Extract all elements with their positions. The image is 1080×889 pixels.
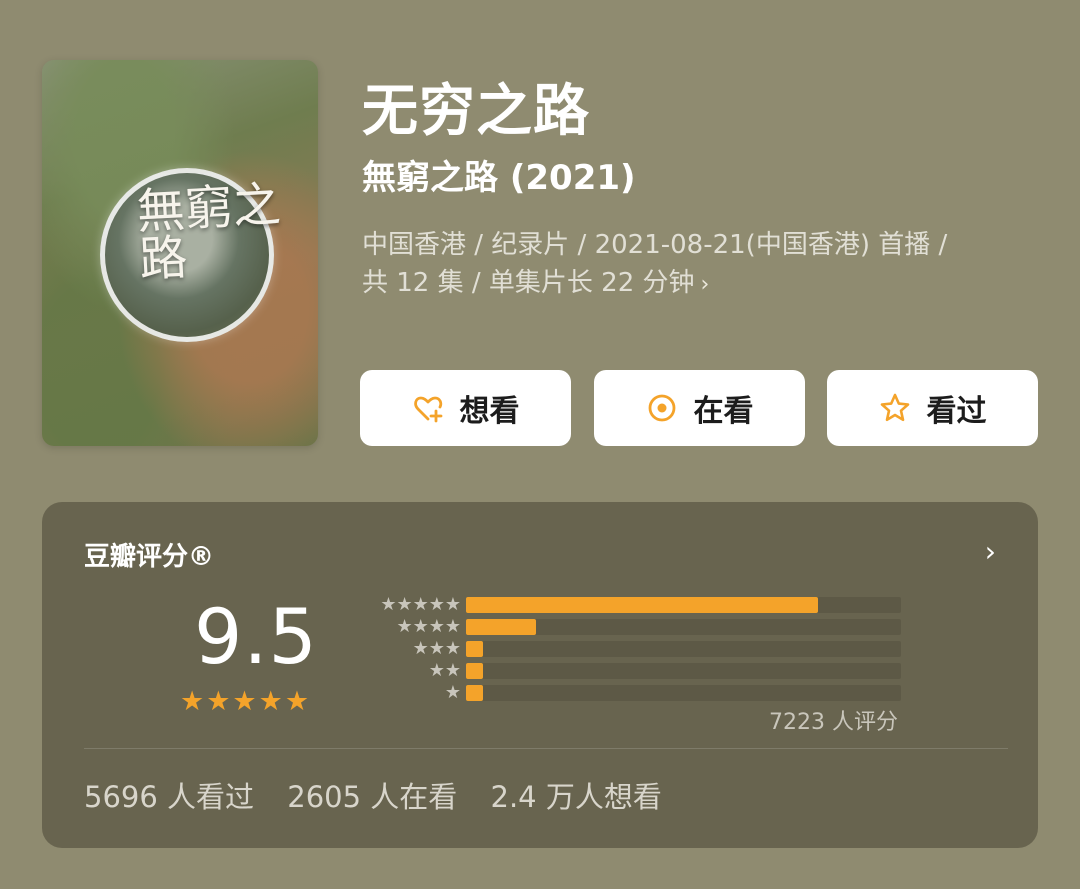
distribution-track-1 — [466, 685, 901, 701]
distribution-row-2: ★★ — [354, 660, 906, 682]
poster-title-text: 無窮之路 — [135, 176, 283, 289]
rating-distribution: ★★★★★ ★★★★ ★★★ ★★ ★ — [354, 594, 906, 714]
distribution-stars-4: ★★★★ — [396, 616, 461, 637]
chevron-right-icon[interactable]: › — [985, 535, 996, 568]
distribution-fill-1 — [466, 685, 484, 701]
record-icon — [648, 394, 675, 422]
rating-source: 豆瓣评分® — [84, 542, 215, 572]
distribution-track-3 — [466, 641, 901, 657]
original-title: 無窮之路 (2021) — [362, 158, 636, 198]
distribution-row-1: ★ — [354, 682, 906, 704]
distribution-stars-2: ★★ — [428, 660, 461, 681]
want-to-watch-button[interactable]: 想看 — [360, 370, 571, 446]
distribution-stars-1: ★ — [444, 682, 461, 703]
distribution-track-4 — [466, 619, 901, 635]
want-count: 2.4 万人想看 — [490, 780, 662, 814]
chevron-right-icon: › — [700, 272, 710, 297]
meta-line-1: 中国香港 / 纪录片 / 2021-08-21(中国香港) 首播 / — [362, 230, 948, 260]
meta-info[interactable]: 中国香港 / 纪录片 / 2021-08-21(中国香港) 首播 / 共 12 … — [362, 226, 1052, 304]
watching-count: 2605 人在看 — [287, 780, 458, 814]
watching-button[interactable]: 在看 — [594, 370, 805, 446]
poster-image[interactable]: 無窮之路 — [42, 60, 318, 446]
heart-plus-icon — [413, 396, 442, 423]
distribution-stars-3: ★★★ — [412, 638, 461, 659]
divider — [84, 748, 1008, 749]
distribution-track-5 — [466, 597, 901, 613]
distribution-fill-2 — [466, 663, 484, 679]
distribution-track-2 — [466, 663, 901, 679]
rating-stars: ★★★★★ — [180, 686, 312, 717]
watched-count: 5696 人看过 — [84, 780, 255, 814]
meta-line-2: 共 12 集 / 单集片长 22 分钟 › — [362, 264, 1052, 304]
watching-label: 在看 — [693, 394, 754, 429]
distribution-stars-5: ★★★★★ — [380, 594, 461, 615]
page-title: 无穷之路 — [362, 79, 590, 144]
rating-count: 7223 人评分 — [769, 710, 898, 735]
rating-panel[interactable]: 豆瓣评分® › 9.5 ★★★★★ ★★★★★ ★★★★ ★★★ ★★ ★ 72… — [42, 502, 1038, 848]
distribution-fill-3 — [466, 641, 484, 657]
distribution-fill-5 — [466, 597, 819, 613]
distribution-row-3: ★★★ — [354, 638, 906, 660]
distribution-fill-4 — [466, 619, 536, 635]
distribution-row-4: ★★★★ — [354, 616, 906, 638]
star-outline-icon — [880, 393, 909, 422]
watched-label: 看过 — [926, 394, 987, 429]
audience-stats: 5696 人看过 2605 人在看 2.4 万人想看 — [84, 774, 686, 816]
meta-line-2-text: 共 12 集 / 单集片长 22 分钟 — [362, 268, 695, 298]
want-to-watch-label: 想看 — [459, 394, 520, 429]
distribution-row-5: ★★★★★ — [354, 594, 906, 616]
watched-button[interactable]: 看过 — [827, 370, 1038, 446]
rating-score: 9.5 — [194, 592, 318, 681]
